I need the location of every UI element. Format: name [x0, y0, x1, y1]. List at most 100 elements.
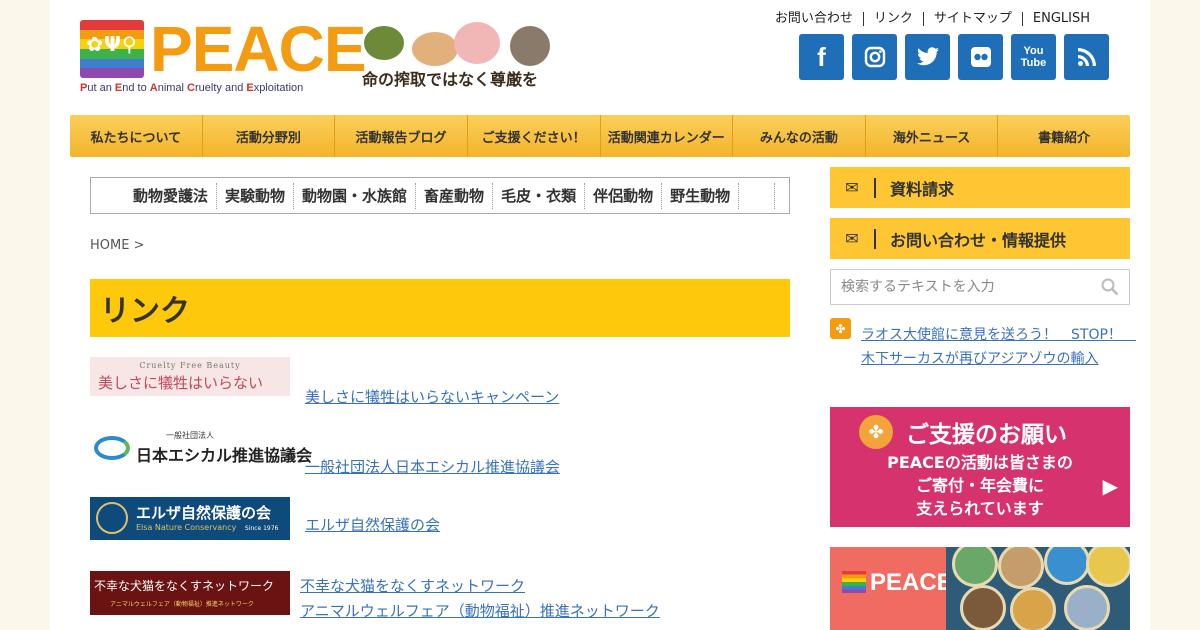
page: ✿Ψ⚲ PEACE Put an End to Animal Cruelty a…	[50, 0, 1150, 630]
top-link-english[interactable]: ENGLISH	[1021, 12, 1100, 26]
image-caption: Since 1976	[244, 525, 279, 532]
link-ethical-council[interactable]: 一般社団法人日本エシカル推進協議会	[305, 456, 560, 477]
rainbow-flag-icon	[842, 571, 866, 593]
request-documents-label: 資料請求	[890, 179, 955, 199]
badge-icon	[952, 547, 998, 587]
paw-icon: ✤	[859, 415, 893, 449]
image-caption: Cruelty Free Beauty	[139, 361, 241, 370]
image-caption: 一般社団法人	[166, 431, 214, 440]
nav-support[interactable]: ご支援ください！	[468, 115, 601, 157]
badge-icon	[998, 547, 1044, 589]
envelope-icon: ✉	[830, 177, 876, 198]
image-caption-row: Elsa Nature Conservancy Since 1976	[136, 523, 278, 532]
turtle-icon	[364, 26, 404, 60]
link-elsa-nature[interactable]: エルザ自然保護の会	[305, 514, 440, 535]
nav-calendar[interactable]: 活動関連カレンダー	[601, 115, 734, 157]
support-text: PEACEの活動は皆さまの ご寄付・年会費に 支えられています	[830, 451, 1130, 520]
twitter-icon	[916, 47, 939, 66]
contact-label: お問い合わせ・情報提供	[890, 230, 1067, 250]
twitter-button[interactable]	[905, 34, 950, 80]
image-caption: アニマルウェルフェア（動物福祉）推進ネットワーク	[110, 601, 254, 608]
instagram-button[interactable]	[852, 34, 897, 80]
image-caption: 日本エシカル推進協議会	[136, 446, 313, 465]
category-companion-animals[interactable]: 伴侶動物	[585, 182, 663, 209]
support-line: PEACEの活動は皆さまの	[887, 453, 1073, 472]
youtube-button[interactable]: You Tube	[1011, 34, 1056, 80]
search-box	[830, 269, 1130, 305]
nav-by-field[interactable]: 活動分野別	[203, 115, 336, 157]
badge-icon	[1010, 587, 1056, 630]
support-banner[interactable]: ✤ ご支援のお願い PEACEの活動は皆さまの ご寄付・年会費に 支えられていま…	[830, 407, 1130, 527]
image-caption: エルザ自然保護の会	[136, 504, 272, 522]
category-empty-slot	[739, 182, 776, 209]
contact-button[interactable]: ✉ お問い合わせ・情報提供	[830, 218, 1130, 259]
support-title: ご支援のお願い	[906, 422, 1067, 448]
nav-everyone[interactable]: みんなの活動	[733, 115, 866, 157]
logo-tagline: Put an End to Animal Cruelty and Exploit…	[80, 82, 304, 94]
animals-banner: 命の搾取ではなく尊厳を	[360, 22, 560, 96]
badge-icon	[960, 585, 1006, 630]
link-cruelty-free-beauty[interactable]: 美しさに犠牲はいらないキャンペーン	[305, 386, 559, 407]
merch-brand: PEACE	[870, 569, 953, 596]
banner-slogan: 命の搾取ではなく尊厳を	[362, 70, 539, 89]
support-line: 支えられています	[916, 499, 1044, 518]
page-title: リンク	[100, 294, 190, 329]
pig-icon	[454, 22, 500, 64]
page-title-bar: リンク	[90, 279, 790, 337]
ethical-circle-icon	[94, 436, 130, 460]
flickr-button[interactable]	[958, 34, 1003, 80]
category-fur-clothing[interactable]: 毛皮・衣類	[493, 182, 586, 209]
nav-blog[interactable]: 活動報告ブログ	[335, 115, 468, 157]
search-icon[interactable]	[1101, 278, 1119, 296]
category-animal-welfare-law[interactable]: 動物愛護法	[125, 182, 218, 209]
rss-button[interactable]	[1064, 34, 1109, 80]
nav-books[interactable]: 書籍紹介	[998, 115, 1130, 157]
facebook-icon: f	[817, 41, 826, 72]
badge-icon	[1044, 547, 1090, 585]
category-farm-animals[interactable]: 畜産動物	[416, 182, 494, 209]
top-link-links[interactable]: リンク	[862, 12, 923, 26]
top-link-sitemap[interactable]: サイトマップ	[922, 12, 1022, 26]
search-input[interactable]	[841, 279, 1091, 295]
elsa-nature-image[interactable]: エルザ自然保護の会 Elsa Nature Conservancy Since …	[90, 497, 290, 540]
play-arrow-icon: ▶	[1102, 474, 1118, 498]
main-navigation: 私たちについて 活動分野別 活動報告ブログ ご支援ください！ 活動関連カレンダー…	[70, 115, 1130, 157]
rss-icon	[1077, 48, 1096, 66]
paw-icon: ✤	[830, 318, 851, 339]
logo-word: PEACE	[150, 13, 366, 85]
envelope-icon: ✉	[830, 228, 876, 249]
category-navigation: 動物愛護法 実験動物 動物園・水族館 畜産動物 毛皮・衣類 伴侶動物 野生動物	[90, 177, 790, 214]
top-link-contact[interactable]: お問い合わせ	[765, 12, 863, 26]
news-link-laos-embassy[interactable]: ラオス大使館に意見を送ろう！ STOP！ 木下サーカスが再びアジアゾウの輸入	[861, 323, 1136, 371]
image-caption: Elsa Nature Conservancy	[136, 523, 237, 532]
instagram-icon	[864, 46, 885, 68]
social-buttons: f You Tube	[799, 34, 1109, 80]
cruelty-free-beauty-image[interactable]: Cruelty Free Beauty 美しさに犠牲はいらない	[90, 357, 290, 396]
category-lab-animals[interactable]: 実験動物	[217, 182, 295, 209]
nav-overseas-news[interactable]: 海外ニュース	[866, 115, 999, 157]
elsa-emblem-icon	[96, 502, 128, 534]
request-documents-button[interactable]: ✉ 資料請求	[830, 167, 1130, 208]
animal-welfare-network-image[interactable]: 不幸な犬猫をなくすネットワーク アニマルウェルフェア（動物福祉）推進ネットワーク	[90, 571, 290, 615]
support-line: ご寄付・年会費に	[915, 476, 1044, 495]
facebook-button[interactable]: f	[799, 34, 844, 80]
breadcrumb[interactable]: HOME >	[90, 238, 144, 253]
link-animal-welfare-network[interactable]: アニマルウェルフェア（動物福祉）推進ネットワーク	[300, 600, 660, 621]
badge-icon	[1064, 585, 1110, 630]
paw-leaf-fish-icon: ✿Ψ⚲	[86, 32, 138, 56]
link-dog-cat-network[interactable]: 不幸な犬猫をなくすネットワーク	[300, 575, 525, 596]
category-wildlife[interactable]: 野生動物	[662, 182, 740, 209]
ethical-council-logo[interactable]: 一般社団法人 日本エシカル推進協議会	[90, 426, 312, 470]
monkey-icon	[510, 26, 550, 66]
image-caption: 不幸な犬猫をなくすネットワーク	[94, 579, 275, 593]
image-caption: 美しさに犠牲はいらない	[98, 374, 264, 392]
nav-about[interactable]: 私たちについて	[70, 115, 203, 157]
badges-photo	[946, 547, 1130, 630]
guinea-pig-icon	[412, 32, 458, 66]
category-zoo-aquarium[interactable]: 動物園・水族館	[294, 182, 417, 209]
merch-banner[interactable]: PEACE	[830, 547, 1130, 630]
flickr-icon	[970, 47, 991, 67]
peace-logo[interactable]: ✿Ψ⚲ PEACE Put an End to Animal Cruelty a…	[80, 13, 366, 98]
badge-icon	[1086, 547, 1130, 587]
utility-links: お問い合わせ リンク サイトマップ ENGLISH	[765, 12, 1100, 26]
